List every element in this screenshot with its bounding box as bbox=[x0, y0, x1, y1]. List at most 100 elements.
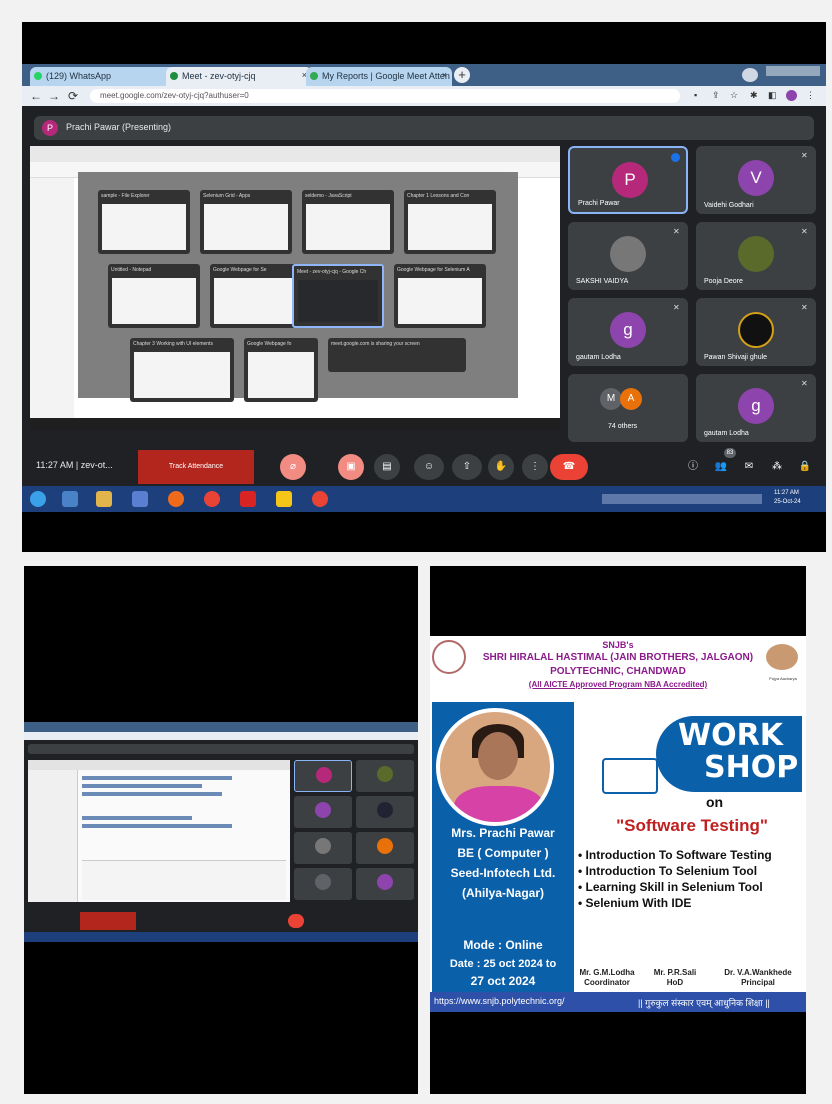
star-icon[interactable]: ☆ bbox=[730, 90, 741, 101]
participant-tile[interactable]: V Vaidehi Godhari ✕ bbox=[696, 146, 816, 214]
window-controls[interactable] bbox=[766, 66, 820, 76]
participant-avatar bbox=[315, 874, 331, 890]
raise-hand-button[interactable]: ✋ bbox=[488, 454, 514, 480]
leave-call-button[interactable]: ☎ bbox=[550, 454, 588, 480]
tab-meet[interactable]: Meet - zev-otyj-cjq × bbox=[166, 67, 312, 86]
participant-tile[interactable]: Pooja Deore ✕ bbox=[696, 222, 816, 290]
folder-icon[interactable] bbox=[96, 491, 112, 507]
presenting-bar: P Prachi Pawar (Presenting) bbox=[34, 116, 814, 140]
shield-icon[interactable] bbox=[276, 491, 292, 507]
close-icon[interactable]: × bbox=[442, 70, 447, 80]
present-button[interactable]: ⇧ bbox=[452, 454, 482, 480]
speaking-icon bbox=[671, 153, 680, 162]
participant-avatar: g bbox=[738, 388, 774, 424]
reload-icon[interactable]: ⟳ bbox=[68, 89, 78, 103]
tab-whatsapp[interactable]: (129) WhatsApp× bbox=[30, 67, 176, 86]
code-line bbox=[82, 824, 232, 828]
menu-icon[interactable]: ⋮ bbox=[806, 90, 817, 101]
window-thumb-selected[interactable]: Meet - zev-otyj-cjq - Google Ch bbox=[292, 264, 384, 328]
forward-icon[interactable]: → bbox=[48, 89, 60, 103]
puzzle-icon[interactable]: ✱ bbox=[750, 90, 761, 101]
camera-off-button[interactable]: ▣ bbox=[338, 454, 364, 480]
pdf-icon[interactable] bbox=[240, 491, 256, 507]
info-icon[interactable]: ⓘ bbox=[680, 454, 706, 480]
window-thumb[interactable]: meet.google.com is sharing your screen bbox=[328, 338, 466, 372]
photo-dress bbox=[454, 786, 544, 822]
others-tile[interactable]: M A 74 others bbox=[568, 374, 688, 442]
shared-screen: sample - File Explorer Selenium Grid - A… bbox=[30, 146, 560, 430]
participant-tile[interactable]: SAKSHI VAIDYA ✕ bbox=[568, 222, 688, 290]
chrome-icon[interactable] bbox=[204, 491, 220, 507]
meeting-code: zev-ot... bbox=[80, 460, 113, 470]
window-preview bbox=[214, 278, 298, 324]
window-thumb[interactable]: Chapter 3 Working with UI elements bbox=[130, 338, 234, 402]
window-title: Chapter 1 Lessons and Con bbox=[407, 193, 470, 199]
track-attendance-button[interactable]: Track Attendance bbox=[138, 450, 254, 484]
mic-off-icon: ✕ bbox=[801, 227, 808, 236]
window-title: Google Webpage fo bbox=[247, 341, 292, 347]
window-thumb[interactable]: Untitled - Notepad bbox=[108, 264, 200, 328]
participant-photo bbox=[738, 312, 774, 348]
url-input[interactable]: meet.google.com/zev-otyj-cjq?authuser=0 bbox=[90, 89, 680, 103]
participant-name: SAKSHI VAIDYA bbox=[576, 278, 629, 285]
more-options-button[interactable]: ⋮ bbox=[522, 454, 548, 480]
workshop-poster-frame: Pujya Aacharya SNJB's SHRI HIRALAL HASTI… bbox=[430, 566, 806, 1094]
participant-tile[interactable]: Pawan Shivaji ghule ✕ bbox=[696, 298, 816, 366]
website-link[interactable]: https://www.snjb.polytechnic.org/ bbox=[434, 996, 565, 1006]
chrome-icon[interactable] bbox=[312, 491, 328, 507]
tab-label: Meet - zev-otyj-cjq bbox=[182, 71, 256, 81]
time-text: 11:27 AM bbox=[36, 460, 74, 470]
window-thumb[interactable]: Google Webpage for Selenium A bbox=[394, 264, 486, 328]
window-thumb[interactable]: Google Webpage fo bbox=[244, 338, 318, 402]
mini-taskbar bbox=[24, 932, 418, 942]
window-thumb[interactable]: Selenium Grid - Apps bbox=[200, 190, 292, 254]
signatory: Dr. V.A.Wankhede Principal bbox=[714, 968, 802, 988]
new-tab-button[interactable]: + bbox=[454, 67, 470, 83]
firefox-icon[interactable] bbox=[168, 491, 184, 507]
extension-icon[interactable]: ▪ bbox=[694, 90, 705, 101]
media-icon[interactable] bbox=[132, 491, 148, 507]
account-icon[interactable] bbox=[786, 90, 797, 101]
start-icon[interactable] bbox=[30, 491, 46, 507]
mic-off-button[interactable]: ⌀ bbox=[280, 454, 306, 480]
meet-controls: 11:27 AM | zev-ot... Track Attendance ⌀ … bbox=[22, 446, 826, 486]
tab-label: My Reports | Google Meet Atten bbox=[322, 71, 450, 81]
window-thumb[interactable]: Google Webpage for Se bbox=[210, 264, 302, 328]
sidepanel-icon[interactable]: ◧ bbox=[768, 90, 779, 101]
host-controls-icon[interactable]: 🔒 bbox=[792, 454, 818, 480]
participant-tile[interactable]: P Prachi Pawar bbox=[568, 146, 688, 214]
mini-track-attendance bbox=[80, 912, 136, 930]
window-thumb[interactable]: sample - File Explorer bbox=[98, 190, 190, 254]
captions-button[interactable]: ▤ bbox=[374, 454, 400, 480]
participant-tile[interactable]: g gautam Lodha ✕ bbox=[696, 374, 816, 442]
tab-reports[interactable]: My Reports | Google Meet Atten × bbox=[306, 67, 452, 86]
participant-tile[interactable]: g gautam Lodha ✕ bbox=[568, 298, 688, 366]
window-thumb[interactable]: Chapter 1 Lessons and Con bbox=[404, 190, 496, 254]
participant-avatar: P bbox=[612, 162, 648, 198]
share-icon[interactable]: ⇪ bbox=[712, 90, 723, 101]
window-thumb[interactable]: seldemo - JavaScript bbox=[302, 190, 394, 254]
small-meet-screenshot-frame bbox=[24, 566, 418, 1094]
activities-icon[interactable]: ⁂ bbox=[764, 454, 790, 480]
participant-avatar: V bbox=[738, 160, 774, 196]
chat-icon[interactable]: ✉ bbox=[736, 454, 762, 480]
presenter-avatar: P bbox=[42, 120, 58, 136]
speaker-city: (Ahilya-Nagar) bbox=[461, 886, 544, 900]
signatory-name: Dr. V.A.Wankhede bbox=[724, 968, 792, 977]
participant-avatar bbox=[377, 802, 393, 818]
speaker-degree: BE ( Computer ) bbox=[457, 846, 549, 860]
mic-off-icon: ✕ bbox=[673, 227, 680, 236]
ie-icon[interactable] bbox=[62, 491, 78, 507]
emoji-button[interactable]: ☺ bbox=[414, 454, 444, 480]
motto-text: || गुरुकुल संस्कार एवम् आधुनिक शिक्षा || bbox=[638, 998, 770, 1008]
mini-address-bar bbox=[24, 732, 418, 740]
explorer-nav-pane bbox=[30, 178, 74, 418]
meeting-time: 11:27 AM | zev-ot... bbox=[36, 460, 113, 470]
window-preview bbox=[112, 278, 196, 324]
back-icon[interactable]: ← bbox=[30, 89, 42, 103]
profile-icon[interactable] bbox=[742, 68, 758, 82]
explorer-titlebar bbox=[30, 146, 560, 162]
reports-icon bbox=[310, 72, 318, 80]
participant-name: Vaidehi Godhari bbox=[704, 202, 754, 209]
participant-name: gautam Lodha bbox=[704, 430, 749, 437]
